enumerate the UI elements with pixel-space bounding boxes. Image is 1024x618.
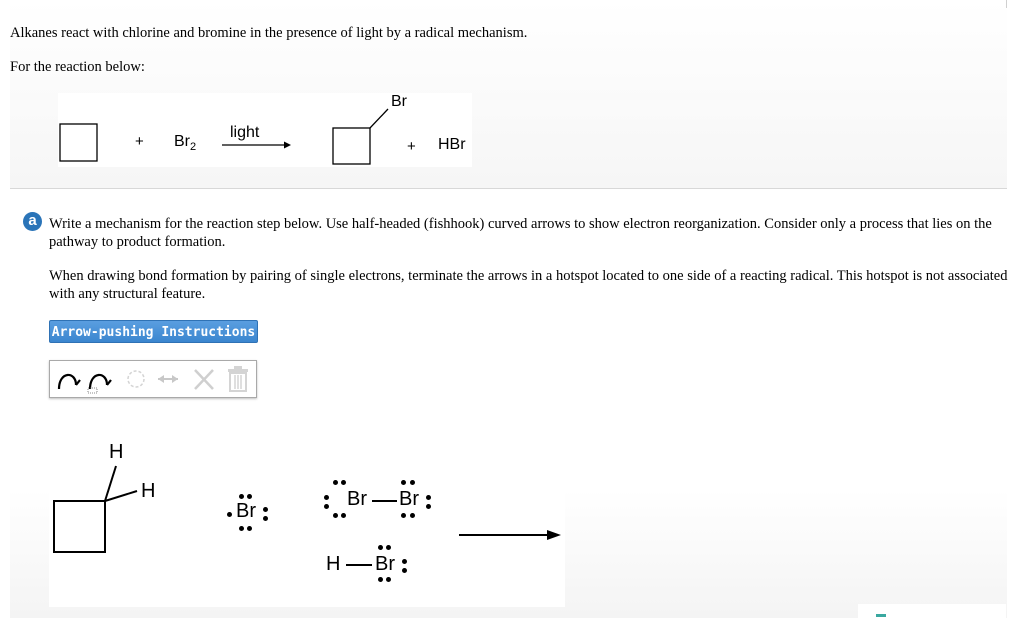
panel-edge xyxy=(1006,0,1007,8)
lone-pair-dot xyxy=(341,513,346,518)
lone-pair-dot xyxy=(410,513,415,518)
lone-pair-dot xyxy=(263,507,268,512)
lone-pair-dot xyxy=(239,526,244,531)
cyclobutane-reactant xyxy=(59,123,98,162)
arrow-pushing-instructions-button[interactable]: Arrow-pushing Instructions xyxy=(49,320,258,343)
c-h-bond-right xyxy=(104,490,138,502)
lone-pair-dot xyxy=(263,516,268,521)
arrow-toolbar xyxy=(49,360,257,398)
lone-pair-dot xyxy=(247,526,252,531)
hbr-byproduct: HBr xyxy=(438,136,466,153)
lone-pair-dot xyxy=(386,577,391,582)
hbr-bromine: Br xyxy=(375,553,395,575)
lone-pair-dot xyxy=(386,545,391,550)
hydrogen-top: H xyxy=(109,441,124,463)
lone-pair-dot xyxy=(341,480,346,485)
reaction-arrow-head xyxy=(547,530,561,540)
part-a-badge: a xyxy=(23,212,42,231)
delete-tool[interactable] xyxy=(190,361,218,397)
lone-pair-dot xyxy=(324,504,329,509)
reaction-caption: For the reaction below: xyxy=(10,59,145,75)
c-br-bond xyxy=(369,108,389,129)
lone-pair-dot xyxy=(402,559,407,564)
mechanism-graphic xyxy=(53,465,561,566)
close-icon xyxy=(194,369,214,390)
lone-pair-dot xyxy=(333,480,338,485)
lone-pair-dot xyxy=(401,513,406,518)
lone-pair-dot xyxy=(247,494,252,499)
lone-pair-dot xyxy=(410,480,415,485)
part-a-instruction: Write a mechanism for the reaction step … xyxy=(49,216,992,250)
c-h-bond-top xyxy=(104,465,117,502)
lone-pair-dot xyxy=(378,577,383,582)
plus-sign-2: + xyxy=(407,138,416,155)
fishhook-arrow-icon xyxy=(57,373,81,390)
bromine-reagent: Br2 xyxy=(174,133,196,153)
mechanism-canvas[interactable]: H H Br Br Br H Br xyxy=(49,415,565,607)
reaction-arrow-head xyxy=(284,141,291,149)
selected-fishhook-arrow-icon xyxy=(87,373,112,394)
move-tool[interactable] xyxy=(154,361,182,397)
hotspot-note: When drawing bond formation by pairing o… xyxy=(49,268,1008,302)
fishhook-arrow-tool[interactable] xyxy=(54,361,82,397)
trash-icon xyxy=(228,366,248,392)
lone-pair-dot xyxy=(239,494,244,499)
lone-pair-dot xyxy=(324,495,329,500)
bromine-symbol: Br xyxy=(174,133,190,150)
clear-tool[interactable] xyxy=(224,361,252,397)
double-arrow-icon xyxy=(158,375,178,383)
bromine-left-of-br2: Br xyxy=(347,488,367,510)
lone-pair-dot xyxy=(378,545,383,550)
lone-pair-dot xyxy=(333,513,338,518)
bromine-right-of-br2: Br xyxy=(399,488,419,510)
lasso-tool[interactable] xyxy=(118,361,146,397)
fishhook-arrow-tool-selected[interactable] xyxy=(86,361,114,397)
lone-pair-dot xyxy=(401,480,406,485)
lone-pair-dot xyxy=(426,504,431,509)
bromine-subscript: 2 xyxy=(190,141,197,154)
light-condition: light xyxy=(230,124,260,141)
cyclobutane-product xyxy=(332,127,371,165)
bottom-accent-mark xyxy=(876,614,886,617)
hbr-hydrogen: H xyxy=(326,553,341,575)
lone-pair-dot xyxy=(227,512,232,517)
cyclobutane-ring xyxy=(53,500,106,553)
intro-sentence: Alkanes react with chlorine and bromine … xyxy=(10,25,528,41)
bromine-radical: Br xyxy=(236,500,256,522)
lone-pair-dot xyxy=(402,568,407,573)
reaction-scheme: + Br2 light Br + HBr xyxy=(58,93,472,167)
plus-sign-1: + xyxy=(135,133,144,150)
lone-pair-dot xyxy=(426,495,431,500)
hydrogen-right: H xyxy=(141,480,156,502)
product-bromine-label: Br xyxy=(391,93,407,110)
reaction-scheme-graphic xyxy=(59,108,389,165)
lasso-icon xyxy=(127,370,145,388)
